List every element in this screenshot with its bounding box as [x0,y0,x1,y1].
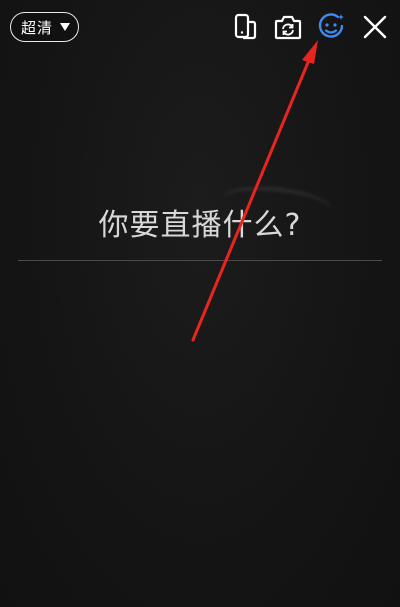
quality-label: 超清 [21,18,54,37]
prompt-underline [18,260,382,261]
live-stream-setup-screen: 超清 你要直播什么? [0,0,400,607]
annotation-arrow [191,40,318,342]
switch-camera-icon-glyph [274,15,302,40]
quality-selector-button[interactable]: 超清 [10,12,80,42]
beauty-face-icon[interactable] [314,10,348,44]
beauty-face-icon-glyph [318,13,344,38]
rotate-phone-icon[interactable] [228,10,262,44]
caret-down-icon [60,23,71,31]
switch-camera-icon[interactable] [271,10,305,44]
close-icon-glyph [363,15,387,39]
live-topic-prompt[interactable]: 你要直播什么? [0,200,400,244]
rotate-phone-icon-glyph [234,13,257,40]
close-icon[interactable] [358,10,392,44]
